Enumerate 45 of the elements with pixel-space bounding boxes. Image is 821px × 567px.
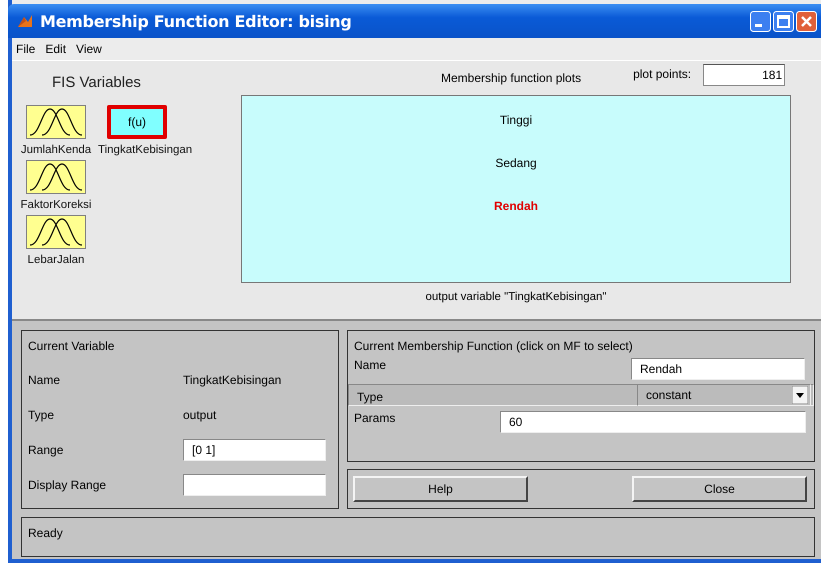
field-value: TingkatKebisingan [183, 372, 282, 386]
curve-icon[interactable] [26, 215, 86, 249]
dialog-button[interactable]: Help [353, 476, 528, 502]
field-label: plot points: [633, 67, 692, 81]
caret-icon [792, 386, 808, 404]
dialog-button[interactable]: Close [632, 476, 807, 502]
mf-label[interactable]: Sedang [495, 156, 537, 170]
plot-title: Membership function plots [441, 71, 582, 85]
field-label: Range [28, 442, 64, 456]
input-field[interactable]: [0 1] [183, 438, 326, 460]
field-label: Name [28, 372, 62, 386]
field-label: Params [354, 410, 396, 425]
menu-item[interactable]: Edit [45, 42, 66, 56]
field-label: Type [28, 408, 56, 422]
menu-item[interactable]: File [16, 42, 36, 56]
mf-label[interactable]: Tinggi [500, 113, 532, 127]
field-label: Type [357, 389, 384, 404]
variable-label: JumlahKenda [20, 144, 92, 156]
menu-item[interactable]: View [76, 42, 102, 56]
dropdown[interactable]: constant [637, 384, 811, 406]
variable-label: TingkatKebisingan [98, 144, 192, 156]
variable-button[interactable]: f(u) [107, 105, 167, 139]
mf-label[interactable]: Rendah [494, 199, 538, 213]
panel-title: Current Membership Function (click on MF to select) [353, 338, 634, 353]
plot-points-field[interactable]: 181 [703, 64, 786, 86]
field-label: Display Range [28, 478, 108, 492]
window-title: Membership Function Editor: bising [40, 12, 353, 30]
curve-icon[interactable] [26, 160, 86, 194]
curve-icon[interactable] [26, 105, 86, 139]
variable-label: LebarJalan [28, 254, 84, 266]
status-text: Ready [28, 526, 63, 540]
close-icon[interactable] [796, 10, 817, 32]
plot-caption: output variable "TingkatKebisingan" [424, 291, 608, 303]
field-value: output [183, 408, 218, 422]
field-label: Name [354, 357, 388, 372]
panel-title: Current Variable [27, 338, 116, 353]
app-icon [16, 13, 34, 29]
input-field[interactable]: Rendah [631, 358, 805, 380]
plot-area[interactable]: Tinggi Sedang Rendah [241, 95, 791, 283]
maximize-icon[interactable] [773, 10, 794, 32]
input-field[interactable]: 60 [500, 410, 806, 432]
minimize-icon[interactable] [750, 10, 771, 32]
input-field[interactable] [183, 474, 326, 496]
variable-label: FaktorKoreksi [20, 199, 92, 211]
section-title: FIS Variables [52, 74, 142, 91]
